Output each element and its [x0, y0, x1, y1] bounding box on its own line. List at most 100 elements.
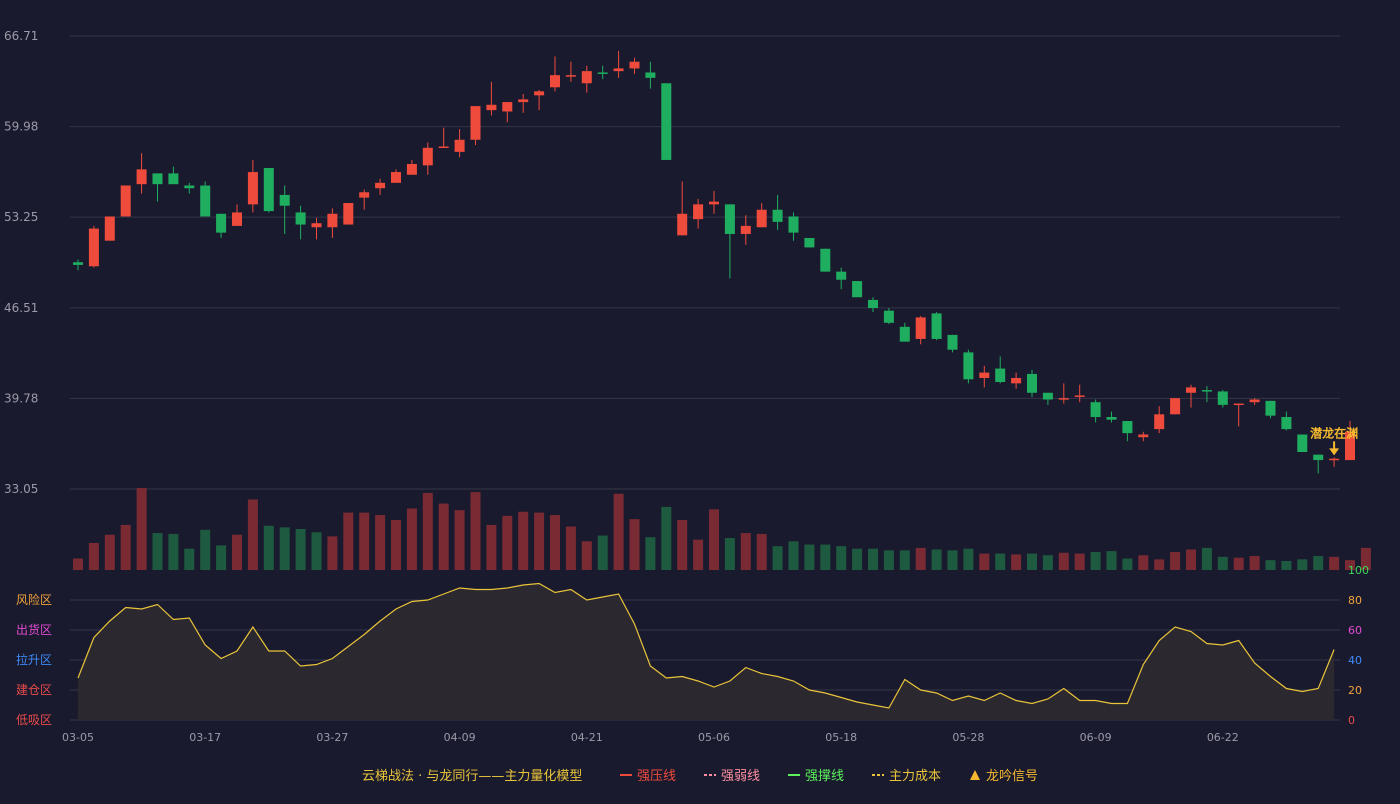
volume-bar — [184, 548, 195, 570]
candle-body — [629, 61, 640, 69]
volume-bar — [852, 548, 863, 570]
candle-body — [1186, 387, 1196, 393]
volume-bar — [1154, 559, 1165, 570]
candle-body — [454, 139, 465, 152]
candle-body — [1265, 400, 1276, 416]
candle-body — [1106, 416, 1117, 420]
volume-bar — [820, 544, 831, 570]
volume-bar — [581, 541, 592, 570]
zone-label: 建仓区 — [16, 683, 52, 697]
candle-body — [995, 368, 1006, 383]
x-tick-label: 05-28 — [952, 731, 984, 744]
legend-item-label[interactable]: 龙吟信号 — [986, 768, 1038, 784]
candle-body — [518, 99, 529, 103]
volume-bar — [1138, 555, 1149, 570]
candle-body — [693, 204, 704, 220]
candle-body — [550, 75, 560, 88]
candle-body — [899, 326, 910, 342]
candle-body — [200, 185, 211, 217]
volume-bar — [263, 525, 274, 570]
indicator-tick-label: 40 — [1348, 654, 1362, 667]
zone-label: 风险区 — [16, 592, 52, 607]
volume-bar — [915, 547, 926, 570]
legend-item-label[interactable]: 主力成本 — [889, 769, 941, 784]
volume-bar — [597, 535, 608, 570]
candle-body — [247, 172, 258, 205]
volume-bar — [1201, 547, 1212, 570]
volume-bar — [1281, 560, 1292, 570]
candle-body — [534, 91, 545, 96]
volume-bar — [422, 492, 433, 570]
volume-bar — [247, 499, 258, 570]
candle-body — [1074, 395, 1085, 397]
volume-bar — [486, 524, 497, 570]
candle-body — [88, 228, 99, 267]
candle-body — [1027, 373, 1037, 393]
volume-bar — [104, 534, 115, 570]
candle-body — [327, 213, 338, 228]
indicator-tick-label: 0 — [1348, 714, 1355, 727]
legend-item-label[interactable]: 强撑线 — [805, 769, 844, 784]
candle-body — [168, 173, 179, 185]
volume-bar — [136, 488, 147, 570]
candle-body — [788, 216, 799, 233]
candle-body — [438, 146, 449, 148]
candle-body — [406, 163, 417, 175]
volume-bar — [279, 527, 290, 570]
candle-body — [1233, 403, 1244, 406]
candle-body — [375, 182, 386, 189]
candle-body — [613, 68, 624, 72]
volume-bar — [327, 536, 338, 570]
candle-body — [184, 185, 195, 189]
indicator-tick-label: 80 — [1348, 594, 1362, 607]
legend-signal-icon[interactable] — [970, 770, 980, 780]
volume-bar — [868, 548, 878, 570]
candle-body — [740, 225, 751, 234]
x-tick-label: 04-09 — [444, 731, 476, 744]
candlesticks — [73, 50, 1355, 474]
volume-bar — [534, 512, 545, 570]
candle-body — [1138, 434, 1149, 438]
price-tick-label: 39.78 — [4, 391, 38, 405]
candle-body — [565, 75, 576, 77]
volume-bar — [120, 524, 131, 570]
candle-body — [963, 352, 974, 380]
legend-item-label[interactable]: 强弱线 — [721, 769, 760, 784]
volume-bar — [931, 549, 942, 570]
volume-bar — [1106, 551, 1117, 570]
volume-bar — [168, 533, 179, 570]
volume-bar — [1058, 552, 1069, 570]
legend[interactable]: 云梯战法 · 与龙同行——主力量化模型 强压线 强弱线 强撑线 主力成本 龙吟信号 — [362, 768, 1038, 784]
candle-body — [836, 271, 847, 280]
signal-label: 潜龙在渊 — [1310, 425, 1358, 440]
volume-bar — [979, 553, 990, 570]
x-tick-label: 05-18 — [825, 731, 857, 744]
volume-bars — [73, 488, 1371, 570]
volume-bar — [391, 519, 401, 570]
candle-body — [581, 71, 592, 84]
candle-body — [852, 281, 863, 298]
volume-bar — [1122, 558, 1133, 570]
legend-item-label[interactable]: 强压线 — [637, 769, 676, 784]
volume-bar — [1217, 556, 1228, 570]
candle-body — [359, 192, 370, 198]
candle-body — [73, 262, 83, 265]
candle-body — [152, 173, 163, 185]
candle-body — [1170, 398, 1181, 415]
volume-bar — [200, 529, 211, 570]
price-tick-label: 53.25 — [4, 210, 38, 224]
candle-body — [1249, 399, 1260, 403]
x-tick-label: 03-05 — [62, 731, 94, 744]
candle-body — [1329, 458, 1340, 461]
volume-bar — [1186, 549, 1196, 570]
volume-bar — [645, 537, 656, 570]
candle-body — [120, 185, 131, 217]
candle-body — [104, 216, 115, 241]
volume-bar — [740, 533, 751, 570]
volume-bar — [232, 534, 242, 570]
volume-bar — [1027, 553, 1037, 570]
x-tick-label: 05-06 — [698, 731, 730, 744]
volume-bar — [295, 529, 306, 570]
candle-body — [1122, 421, 1133, 434]
zone-label: 出货区 — [16, 622, 52, 637]
